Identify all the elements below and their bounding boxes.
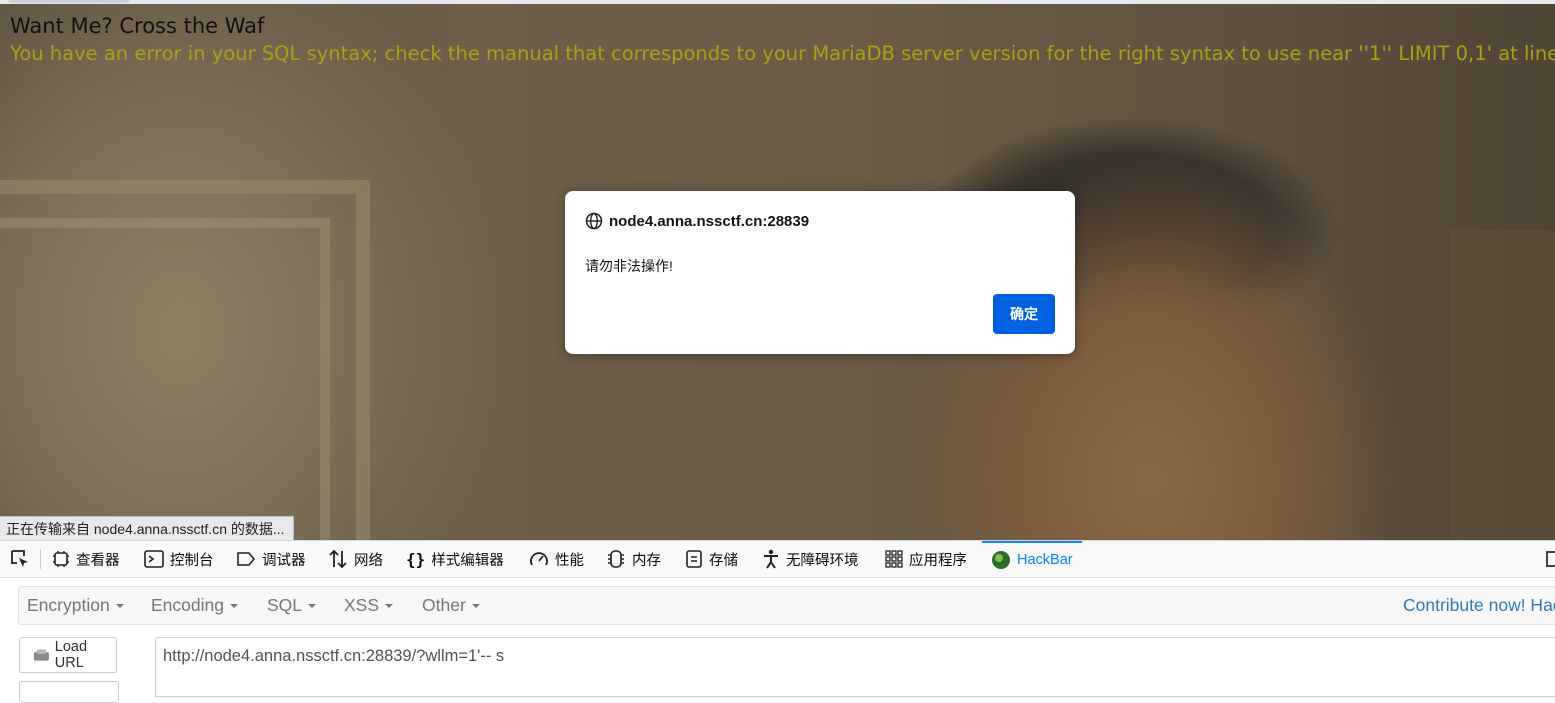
load-url-button[interactable]: Load URL (19, 637, 117, 673)
tab-label: 应用程序 (909, 552, 967, 569)
debugger-icon (237, 552, 256, 566)
menu-label: Encoding (151, 595, 224, 615)
tab-label: 性能 (555, 552, 584, 569)
contribute-link[interactable]: Contribute now! Hac (1403, 587, 1555, 624)
tab-memory[interactable]: 内存 (606, 541, 661, 577)
globe-icon (585, 212, 603, 230)
application-icon (885, 550, 903, 568)
sql-error-message: You have an error in your SQL syntax; ch… (10, 42, 1555, 65)
caret-down-icon (229, 604, 238, 609)
tab-storage[interactable]: 存储 (685, 541, 738, 577)
tab-debugger[interactable]: 调试器 (236, 541, 306, 577)
tab-label: 无障碍环境 (786, 552, 859, 569)
dock-icon[interactable] (1546, 551, 1555, 567)
caret-down-icon (308, 604, 317, 609)
background-wall (1450, 230, 1555, 540)
page-title: Want Me? Cross the Waf (10, 14, 265, 38)
hackbar-menu: Encryption Encoding SQL XSS Other Contri… (18, 586, 1555, 625)
menu-label: XSS (344, 595, 380, 615)
devtools-panel: 查看器 控制台 调试器 网络 {} 样式编辑器 性能 内存 存储 无障碍环境 应… (0, 540, 1555, 703)
load-url-label: Load URL (54, 639, 88, 671)
style-editor-icon: {} (406, 549, 426, 569)
memory-icon (608, 550, 624, 568)
hackbar-icon (992, 551, 1010, 569)
performance-icon (530, 552, 548, 566)
caret-down-icon (471, 604, 480, 609)
background-door-panel (0, 218, 330, 540)
browser-tab-strip (0, 0, 1555, 4)
menu-sql[interactable]: SQL (267, 587, 317, 624)
network-icon (329, 549, 347, 569)
alert-dialog: node4.anna.nssctf.cn:28839 请勿非法操作! 确定 (565, 191, 1075, 354)
menu-xss[interactable]: XSS (344, 587, 394, 624)
accessibility-icon (764, 549, 778, 569)
tab-application[interactable]: 应用程序 (885, 541, 967, 577)
dialog-host: node4.anna.nssctf.cn:28839 (585, 212, 809, 230)
pick-element-icon (11, 550, 28, 567)
tab-network[interactable]: 网络 (328, 541, 383, 577)
tab-inspector[interactable]: 查看器 (52, 541, 120, 577)
dialog-message: 请勿非法操作! (585, 258, 673, 274)
tab-label: 调试器 (262, 552, 306, 569)
menu-encoding[interactable]: Encoding (151, 587, 238, 624)
tab-label: HackBar (1017, 552, 1073, 568)
tab-label: 内存 (632, 552, 661, 569)
ok-button[interactable]: 确定 (993, 294, 1055, 334)
tab-separator (40, 549, 41, 569)
tab-label: 存储 (709, 552, 738, 569)
dialog-host-text: node4.anna.nssctf.cn:28839 (609, 212, 810, 230)
menu-label: Encryption (27, 595, 110, 615)
menu-label: Other (422, 595, 466, 615)
status-bar: 正在传输来自 node4.anna.nssctf.cn 的数据... (0, 516, 294, 540)
menu-encryption[interactable]: Encryption (27, 587, 124, 624)
pick-element-button[interactable] (9, 541, 31, 577)
caret-down-icon (115, 604, 124, 609)
tab-label: 样式编辑器 (431, 552, 504, 569)
menu-other[interactable]: Other (422, 587, 480, 624)
menu-label: SQL (267, 595, 303, 615)
caret-down-icon (385, 604, 394, 609)
load-icon (33, 649, 49, 661)
tab-performance[interactable]: 性能 (529, 541, 584, 577)
tab-accessibility[interactable]: 无障碍环境 (762, 541, 859, 577)
browser-tab[interactable] (8, 0, 130, 3)
console-icon (144, 550, 164, 568)
web-page: Want Me? Cross the Waf You have an error… (0, 0, 1555, 540)
tab-label: 控制台 (170, 552, 214, 569)
split-url-button[interactable] (19, 681, 119, 703)
inspector-icon (53, 551, 69, 567)
tab-label: 查看器 (76, 552, 120, 569)
tab-hackbar[interactable]: HackBar (982, 541, 1082, 577)
tab-label: 网络 (354, 552, 383, 569)
tab-console[interactable]: 控制台 (144, 541, 214, 577)
storage-icon (686, 550, 702, 568)
devtools-tab-bar: 查看器 控制台 调试器 网络 {} 样式编辑器 性能 内存 存储 无障碍环境 应… (0, 541, 1555, 578)
url-input[interactable]: http://node4.anna.nssctf.cn:28839/?wllm=… (155, 637, 1555, 697)
tab-style-editor[interactable]: {} 样式编辑器 (406, 541, 504, 577)
